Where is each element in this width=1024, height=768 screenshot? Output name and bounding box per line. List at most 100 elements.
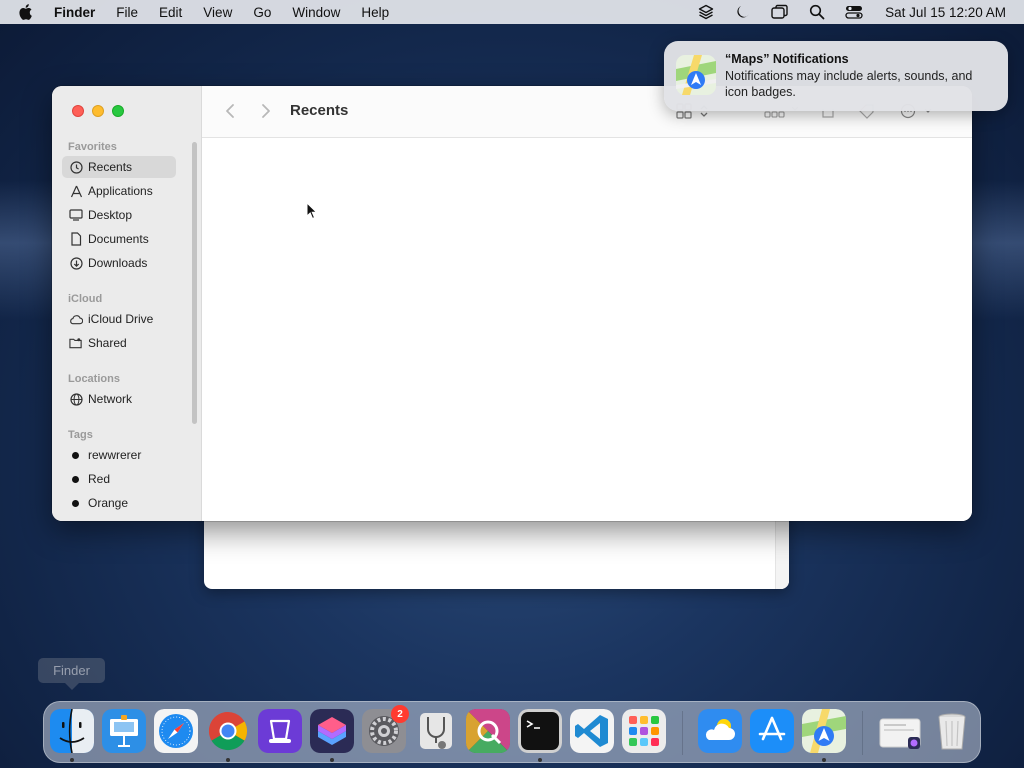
sidebar-item-shared[interactable]: Shared	[62, 332, 176, 354]
tag-dot-icon	[72, 499, 79, 507]
dock-weather[interactable]	[698, 709, 742, 753]
sidebar-item-downloads[interactable]: Downloads	[62, 252, 176, 274]
zoom-button[interactable]	[112, 105, 124, 117]
desktop-icon	[69, 208, 83, 222]
sidebar-item-label: Network	[88, 392, 133, 406]
purple-app-icon	[258, 709, 302, 753]
running-indicator	[822, 758, 826, 762]
apple-menu-icon[interactable]	[18, 3, 36, 21]
menu-view[interactable]: View	[203, 5, 232, 20]
screen-mirroring-icon[interactable]	[771, 3, 789, 21]
running-indicator	[330, 758, 334, 762]
shortcuts-icon	[310, 709, 354, 753]
status-area: Sat Jul 15 12:20 AM	[678, 0, 1006, 24]
dock-disk-utility[interactable]	[414, 709, 458, 753]
download-icon	[69, 256, 83, 270]
menu-edit[interactable]: Edit	[159, 5, 182, 20]
dock-downloads-stack[interactable]	[878, 709, 922, 753]
dock-terminal[interactable]	[518, 709, 562, 753]
sidebar-scrollbar[interactable]	[192, 142, 197, 424]
sidebar-item-label: Red	[88, 472, 111, 486]
dock-color-utility[interactable]	[466, 709, 510, 753]
back-button[interactable]	[222, 102, 238, 120]
sidebar-item-desktop[interactable]: Desktop	[62, 204, 176, 226]
dock-separator	[862, 711, 863, 755]
sidebar-item-icloud-drive[interactable]: iCloud Drive	[62, 308, 176, 330]
sidebar-section-locations: Locations	[68, 373, 120, 385]
moon-icon[interactable]	[734, 3, 752, 21]
forward-button[interactable]	[258, 102, 274, 120]
vscode-icon	[570, 709, 614, 753]
dock-purple-app[interactable]	[258, 709, 302, 753]
window-controls	[72, 105, 132, 117]
sidebar-section-favorites: Favorites	[68, 141, 117, 153]
menu-app-name[interactable]: Finder	[54, 5, 95, 20]
control-center-icon[interactable]	[845, 3, 863, 21]
sidebar-item-network[interactable]: Network	[62, 388, 176, 410]
launchpad-icon	[622, 709, 666, 753]
sidebar-item-label: rewwrerer	[88, 448, 142, 462]
applications-icon	[69, 184, 83, 198]
sidebar-item-applications[interactable]: Applications	[62, 180, 176, 202]
dock-app-store[interactable]	[750, 709, 794, 753]
dock-finder[interactable]	[50, 709, 94, 753]
menu-help[interactable]: Help	[361, 5, 389, 20]
tag-dot-icon	[72, 475, 79, 483]
stack-icon	[879, 718, 921, 749]
sidebar-item-label: Downloads	[88, 256, 148, 270]
clock-icon	[69, 160, 83, 174]
color-tools-icon	[466, 709, 510, 753]
cloud-icon	[69, 312, 83, 326]
running-indicator	[538, 758, 542, 762]
layers-icon[interactable]	[697, 3, 715, 21]
sidebar-tag-red[interactable]: Red	[62, 468, 176, 490]
menu-file[interactable]: File	[116, 5, 138, 20]
spotlight-search-icon[interactable]	[808, 3, 826, 21]
notification-title: “Maps” Notifications	[725, 52, 849, 66]
trash-icon	[938, 713, 966, 750]
menu-clock[interactable]: Sat Jul 15 12:20 AM	[885, 5, 1006, 20]
window-title: Recents	[290, 102, 349, 119]
shared-folder-icon	[69, 336, 83, 350]
dock-shortcuts[interactable]	[310, 709, 354, 753]
sidebar-item-label: Recents	[88, 160, 133, 174]
finder-window: Favorites Recents Applications Desktop D…	[52, 86, 972, 521]
sidebar-item-label: iCloud Drive	[88, 312, 154, 326]
sidebar-item-label: Orange	[88, 496, 129, 510]
close-button[interactable]	[72, 105, 84, 117]
terminal-icon	[518, 709, 562, 753]
maps-icon	[802, 709, 846, 753]
sidebar-item-recents[interactable]: Recents	[62, 156, 176, 178]
dock-chrome[interactable]	[206, 709, 250, 753]
minimize-button[interactable]	[92, 105, 104, 117]
notification-body: Notifications may include alerts, sounds…	[725, 69, 973, 99]
dock-trash[interactable]	[930, 709, 974, 753]
dock-separator	[682, 711, 683, 755]
sidebar-item-documents[interactable]: Documents	[62, 228, 176, 250]
sidebar-tag-rewwrerer[interactable]: rewwrerer	[62, 444, 176, 466]
chevron-right-icon	[262, 104, 270, 118]
running-indicator	[226, 758, 230, 762]
menu-go[interactable]: Go	[253, 5, 271, 20]
dock	[43, 701, 981, 763]
dock-safari[interactable]	[154, 709, 198, 753]
dock-keynote[interactable]	[102, 709, 146, 753]
dock-vscode[interactable]	[570, 709, 614, 753]
globe-icon	[69, 392, 83, 406]
finder-sidebar: Favorites Recents Applications Desktop D…	[52, 86, 202, 521]
sidebar-item-label: Applications	[88, 184, 153, 198]
app-store-icon	[750, 709, 794, 753]
dock-launchpad[interactable]	[622, 709, 666, 753]
menu-window[interactable]: Window	[292, 5, 340, 20]
maps-notification[interactable]: “Maps” Notifications Notifications may i…	[664, 41, 1008, 111]
menu-bar: Finder File Edit View Go Window Help Sat…	[0, 0, 1024, 24]
keynote-icon	[102, 709, 146, 753]
sidebar-item-label: Documents	[88, 232, 149, 246]
weather-icon	[698, 709, 742, 753]
sidebar-tag-orange[interactable]: Orange	[62, 492, 176, 514]
sidebar-section-icloud: iCloud	[68, 293, 103, 305]
tag-dot-icon	[72, 451, 79, 459]
sidebar-section-tags: Tags	[68, 429, 93, 441]
file-list-area[interactable]	[202, 138, 972, 521]
dock-maps[interactable]	[802, 709, 846, 753]
